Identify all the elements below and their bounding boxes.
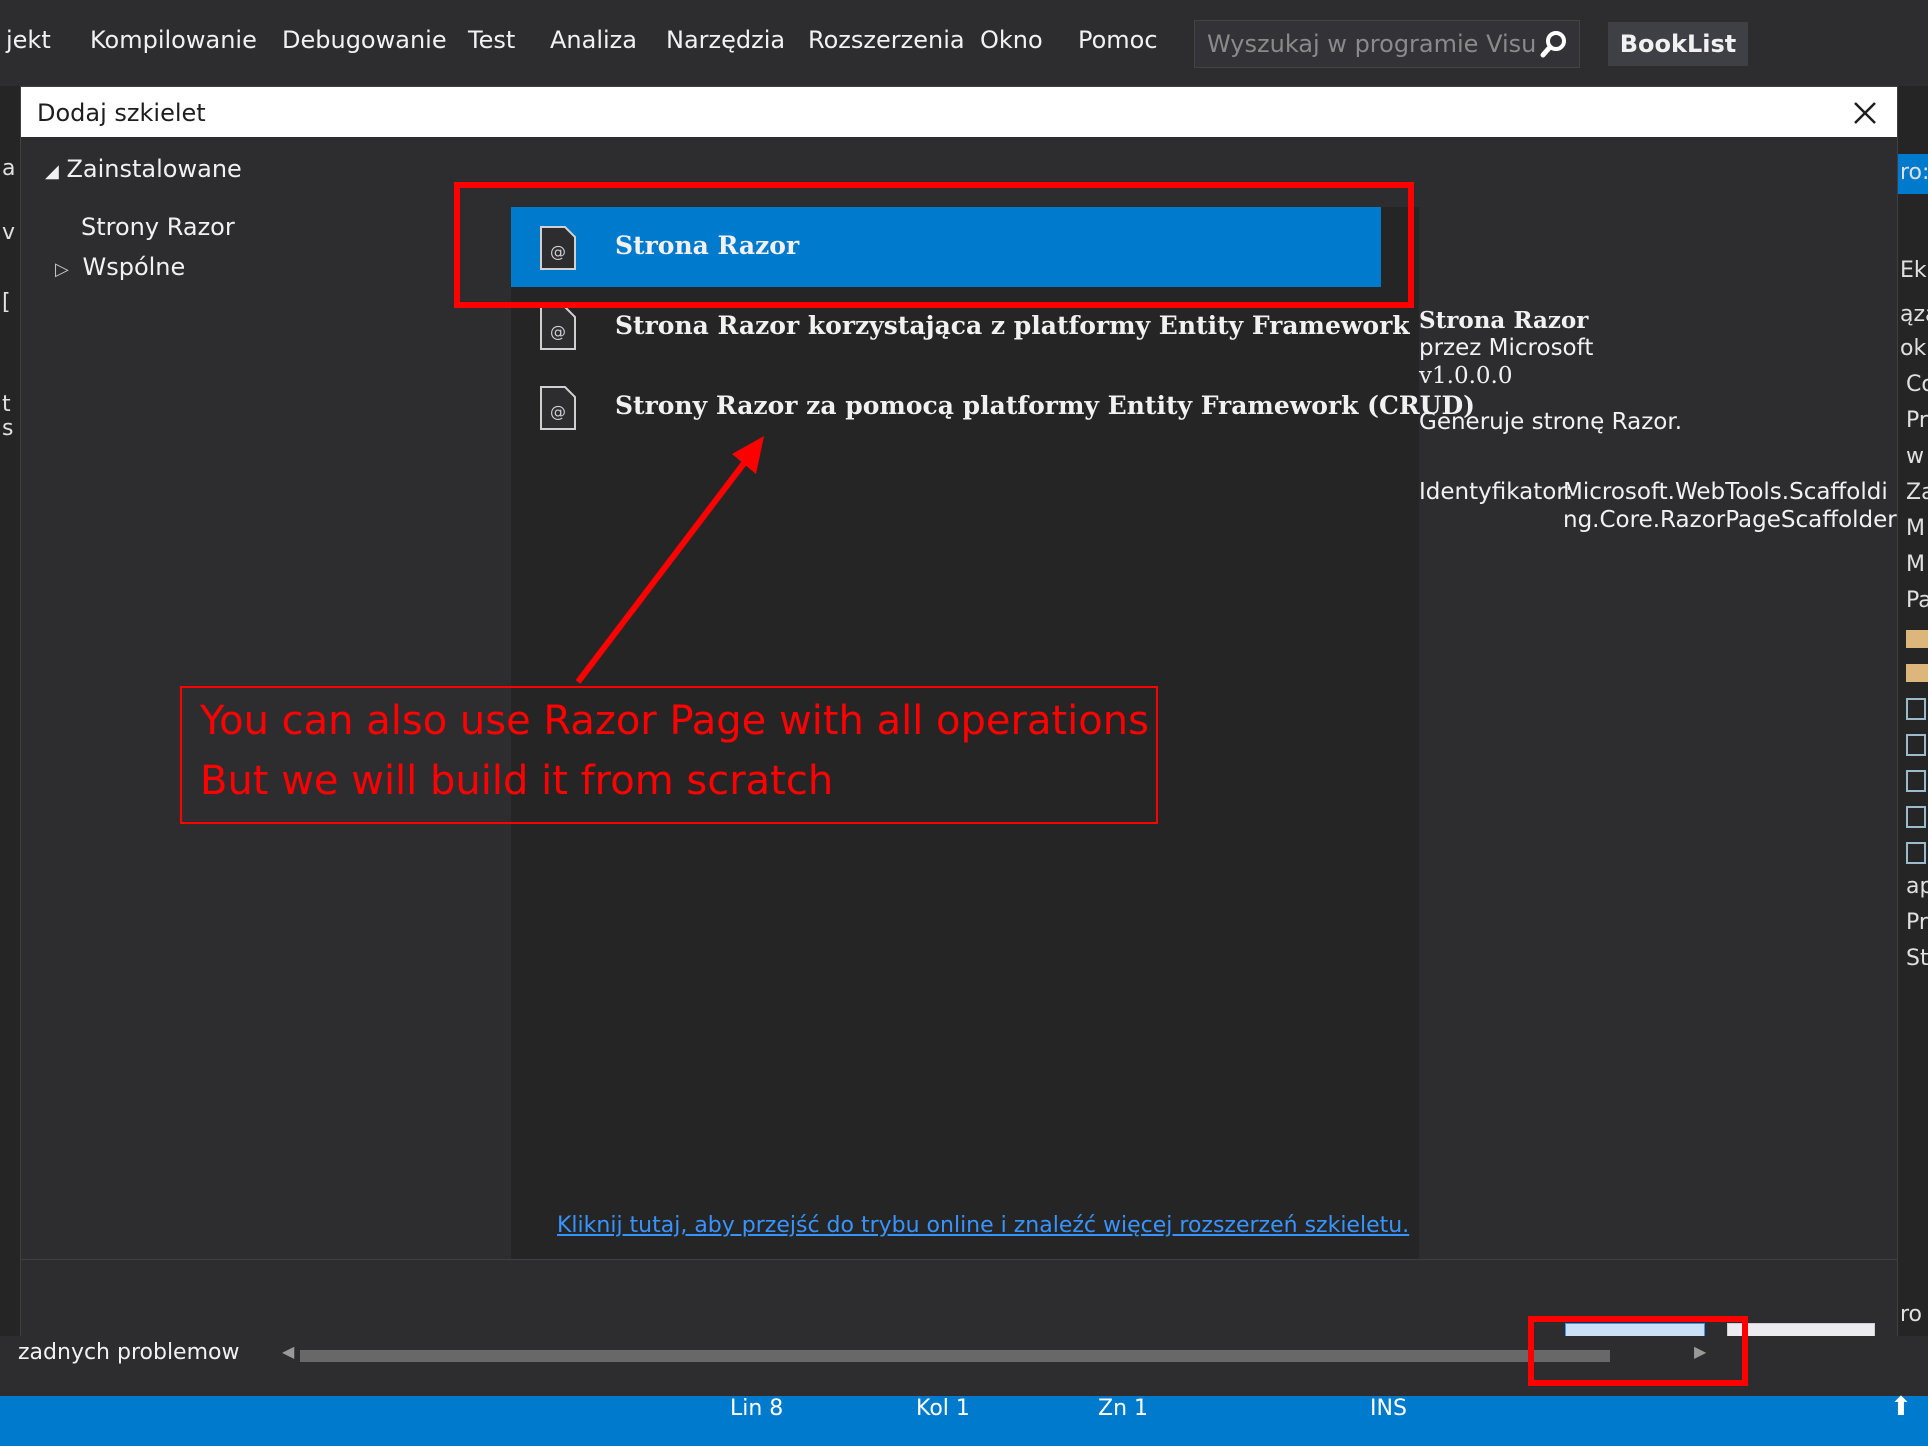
tree-label: Wspólne	[82, 253, 186, 281]
razor-page-icon: @	[540, 386, 576, 430]
template-label: Strona Razor korzystająca z platformy En…	[615, 311, 1410, 340]
edge-text: a	[2, 156, 16, 181]
menu-debugowanie[interactable]: Debugowanie	[282, 26, 447, 54]
folder-icon	[1906, 630, 1928, 648]
details-version: v1.0.0.0	[1419, 363, 1513, 389]
annotation-arrow	[575, 436, 764, 684]
details-id-line2: ng.Core.RazorPageScaffolder	[1563, 507, 1897, 533]
edge-text: Pa	[1906, 588, 1928, 613]
scroll-left-icon[interactable]: ◀	[282, 1342, 294, 1361]
annotation-line-1: You can also use Razor Page with all ope…	[200, 698, 1149, 744]
collapse-arrow-icon[interactable]: ▷	[55, 259, 69, 280]
edge-text: Pr	[1906, 408, 1928, 433]
status-mode: INS	[1370, 1396, 1407, 1421]
edge-text: ok	[1900, 336, 1927, 361]
edge-text: Ek:	[1900, 258, 1928, 283]
menu-pomoc[interactable]: Pomoc	[1078, 26, 1158, 54]
menu-test[interactable]: Test	[468, 26, 515, 54]
details-description: Generuje stronę Razor.	[1419, 409, 1683, 435]
status-line: Lin 8	[730, 1396, 784, 1421]
svg-text:@: @	[550, 402, 566, 421]
menu-bar: jekt Kompilowanie Debugowanie Test Anali…	[0, 0, 1928, 86]
details-id-line1: Microsoft.WebTools.Scaffoldi	[1563, 479, 1888, 505]
dialog-title-bar: Dodaj szkielet	[21, 87, 1897, 137]
razor-file-icon	[1906, 698, 1926, 720]
menu-analiza[interactable]: Analiza	[550, 26, 637, 54]
background-solution-explorer: ro: Ek: ąza ok Co Pr w Za M M Pa ap Pr S…	[1898, 86, 1928, 1376]
edge-text: Co	[1906, 372, 1928, 397]
razor-file-icon	[1906, 770, 1926, 792]
tree-item-razor-pages[interactable]: Strony Razor	[81, 213, 235, 241]
razor-page-icon: @	[540, 306, 576, 350]
edge-text: v	[2, 220, 16, 245]
menu-narzedzia[interactable]: Narzędzia	[666, 26, 785, 54]
folder-icon	[1906, 664, 1928, 682]
razor-file-icon	[1906, 734, 1926, 756]
tree-label: Zainstalowane	[66, 155, 242, 183]
solution-name: BookList	[1608, 22, 1748, 66]
edge-text: w	[1906, 444, 1924, 469]
details-id-label: Identyfikator:	[1419, 479, 1574, 505]
edge-text: t	[2, 392, 11, 417]
razor-file-icon	[1906, 842, 1926, 864]
edge-text: ro:	[1900, 160, 1928, 185]
status-column: Kol 1	[916, 1396, 970, 1421]
template-label: Strony Razor za pomocą platformy Entity …	[615, 391, 1475, 420]
menu-rozszerzenia[interactable]: Rozszerzenia	[808, 26, 965, 54]
edge-text: Za	[1906, 480, 1928, 505]
expand-arrow-icon[interactable]: ◢	[45, 161, 59, 182]
edge-text: M	[1906, 552, 1925, 577]
horizontal-scrollbar[interactable]	[300, 1350, 1610, 1362]
error-list-text: zadnych problemow	[18, 1340, 240, 1365]
tree-node-installed[interactable]: ◢ Zainstalowane	[45, 155, 242, 183]
search-box[interactable]	[1194, 20, 1580, 68]
annotation-highlight-razor-page	[454, 182, 1414, 308]
visual-studio-window: jekt Kompilowanie Debugowanie Test Anali…	[0, 0, 1928, 1446]
razor-file-icon	[1906, 806, 1926, 828]
menu-projekt[interactable]: jekt	[6, 26, 51, 54]
dialog-title: Dodaj szkielet	[37, 99, 206, 127]
status-bar: Lin 8 Kol 1 Zn 1 INS ⬆	[0, 1392, 1928, 1446]
tree-item-common[interactable]: ▷ Wspólne	[55, 253, 185, 281]
edge-text: s	[2, 416, 14, 441]
search-input[interactable]	[1207, 29, 1537, 59]
edge-text: Pr	[1906, 910, 1928, 935]
online-extensions-link[interactable]: Kliknij tutaj, aby przejść do trybu onli…	[557, 1213, 1409, 1238]
edge-text: St	[1906, 946, 1928, 971]
edge-text: ap	[1906, 874, 1928, 899]
search-icon[interactable]	[1539, 29, 1569, 59]
menu-kompilowanie[interactable]: Kompilowanie	[90, 26, 257, 54]
edge-text: ro	[1900, 1302, 1923, 1327]
details-name: Strona Razor	[1419, 307, 1589, 334]
annotation-line-2: But we will build it from scratch	[200, 758, 834, 804]
menu-okno[interactable]: Okno	[980, 26, 1043, 54]
edge-text: M	[1906, 516, 1925, 541]
edge-text: [	[2, 290, 11, 315]
status-char: Zn 1	[1098, 1396, 1149, 1421]
close-icon[interactable]	[1843, 91, 1887, 135]
svg-text:@: @	[550, 322, 566, 341]
background-left-panel: a v [ t s	[0, 86, 20, 1376]
edge-text: ąza	[1900, 302, 1928, 327]
annotation-highlight-add-button	[1528, 1316, 1748, 1386]
details-author: przez Microsoft	[1419, 335, 1594, 361]
publish-arrow-icon[interactable]: ⬆	[1890, 1392, 1912, 1422]
